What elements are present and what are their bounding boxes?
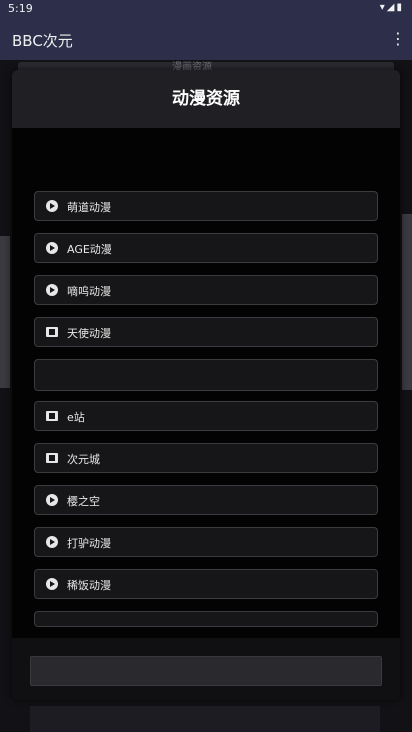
list-item[interactable]: 萌道动漫 [34, 191, 378, 221]
film-icon [45, 325, 59, 339]
play-circle-icon [45, 493, 59, 507]
background-strip-left [0, 236, 10, 388]
anime-source-dialog: 动漫资源 萌道动漫 AGE动漫 嘀呜动漫 天使动漫 e站 次元城 樱之空 打驴动… [12, 70, 400, 700]
list-item[interactable]: 樱之空 [34, 485, 378, 515]
status-bar: 5:19 ▾◢▮ [0, 0, 412, 18]
background-bottom-peek [30, 706, 380, 732]
app-title: BBC次元 [12, 32, 73, 50]
play-circle-icon [45, 283, 59, 297]
list-item-label: AGE动漫 [67, 243, 112, 256]
dialog-footer-bar[interactable] [30, 656, 382, 686]
dialog-title: 动漫资源 [12, 70, 400, 128]
app-bar: BBC次元 ⋮ [0, 18, 412, 60]
list-item-label: e站 [67, 411, 85, 424]
list-item[interactable]: 嘀呜动漫 [34, 275, 378, 305]
list-item-label: 稀饭动漫 [67, 579, 111, 592]
film-icon [45, 409, 59, 423]
film-icon [45, 451, 59, 465]
list-item-label: 嘀呜动漫 [67, 285, 111, 298]
list-item-label: 天使动漫 [67, 327, 111, 340]
list-item[interactable]: 稀饭动漫 [34, 569, 378, 599]
status-icons: ▾◢▮ [379, 2, 404, 13]
list-item-partial[interactable] [34, 611, 378, 627]
list-item-label: 樱之空 [67, 495, 100, 508]
play-circle-icon [45, 535, 59, 549]
list-item[interactable]: 天使动漫 [34, 317, 378, 347]
list-item[interactable]: e站 [34, 401, 378, 431]
status-time: 5:19 [8, 2, 33, 15]
dialog-footer [12, 638, 400, 700]
list-item-label: 萌道动漫 [67, 201, 111, 214]
list-item-empty[interactable] [34, 359, 378, 391]
background-strip-right [402, 214, 412, 390]
list-item[interactable]: AGE动漫 [34, 233, 378, 263]
more-vert-icon[interactable]: ⋮ [390, 28, 406, 50]
source-list: 萌道动漫 AGE动漫 嘀呜动漫 天使动漫 e站 次元城 樱之空 打驴动漫 稀饭动… [12, 128, 400, 638]
list-item[interactable]: 打驴动漫 [34, 527, 378, 557]
list-item-label: 次元城 [67, 453, 100, 466]
play-circle-icon [45, 199, 59, 213]
list-item-label: 打驴动漫 [67, 537, 111, 550]
play-circle-icon [45, 241, 59, 255]
play-circle-icon [45, 577, 59, 591]
list-item[interactable]: 次元城 [34, 443, 378, 473]
